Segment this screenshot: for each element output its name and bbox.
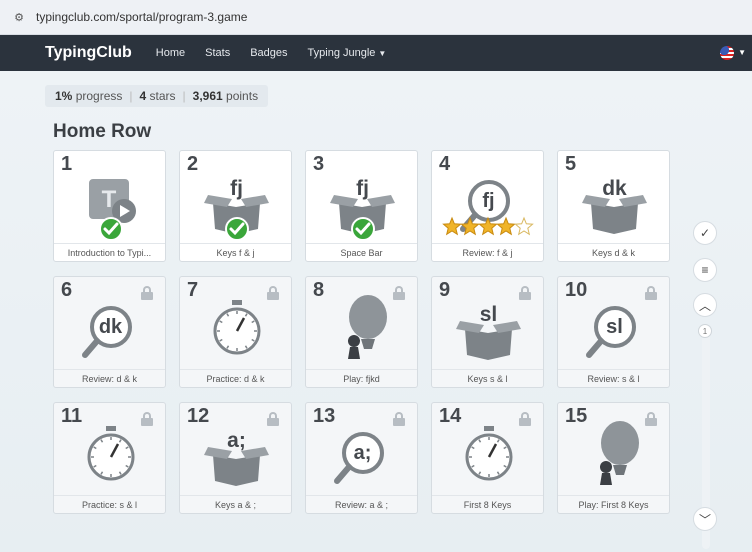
progress-label: progress	[75, 89, 123, 103]
lesson-label: Keys d & k	[558, 243, 669, 261]
balloon-game-icon	[348, 295, 387, 359]
lesson-card-11[interactable]: 11 Practice: s & l	[53, 402, 166, 514]
chevron-down-icon[interactable]: ﹀	[693, 507, 717, 531]
lesson-art: T	[54, 163, 167, 243]
stopwatch-icon	[213, 300, 261, 355]
page-indicator[interactable]: 1	[698, 324, 712, 338]
nav-home[interactable]: Home	[156, 47, 185, 59]
menu-icon[interactable]: ≡	[693, 258, 717, 282]
top-navbar: TypingClub Home Stats Badges Typing Jung…	[0, 35, 752, 71]
lesson-label: Play: First 8 Keys	[558, 495, 669, 513]
lesson-label: Review: f & j	[432, 243, 543, 261]
nav-badges[interactable]: Badges	[250, 47, 287, 59]
progress-summary: 1% progress | 4 stars | 3,961 points	[45, 85, 269, 107]
lesson-card-15[interactable]: 15 Play: First 8 Keys	[557, 402, 670, 514]
lesson-card-4[interactable]: 4 fj Review: f & j	[431, 150, 544, 262]
chevron-up-icon[interactable]: ︿	[693, 293, 717, 317]
box-icon	[204, 447, 269, 486]
lesson-art	[180, 415, 293, 495]
lesson-key-text: a;	[227, 429, 246, 452]
lesson-key-text: sl	[479, 303, 498, 326]
divider: |	[182, 89, 186, 103]
balloon-game-icon	[600, 421, 639, 485]
lesson-key-text: sl	[606, 316, 623, 338]
lesson-art	[432, 289, 545, 369]
stopwatch-icon	[465, 426, 513, 481]
check-icon[interactable]: ✓	[693, 221, 717, 245]
box-icon	[456, 321, 521, 360]
box-icon	[204, 195, 269, 241]
lesson-label: Space Bar	[306, 243, 417, 261]
lesson-art	[558, 163, 671, 243]
box-icon	[330, 195, 395, 241]
lesson-label: Keys f & j	[180, 243, 291, 261]
lesson-key-text: dk	[98, 316, 123, 338]
box-icon	[582, 195, 647, 234]
lesson-card-7[interactable]: 7 Practice: d & k	[179, 276, 292, 388]
points-label: points	[226, 89, 259, 103]
stopwatch-icon	[87, 426, 135, 481]
lesson-label: Practice: s & l	[54, 495, 165, 513]
lesson-label: Review: a & ;	[306, 495, 417, 513]
lesson-card-13[interactable]: 13 a; Review: a & ;	[305, 402, 418, 514]
lesson-key-text: dk	[602, 177, 627, 200]
lesson-card-12[interactable]: 12 a; Keys a & ;	[179, 402, 292, 514]
lesson-art	[306, 163, 419, 243]
progress-percent: 1%	[55, 89, 73, 103]
nav-stats[interactable]: Stats	[205, 47, 230, 59]
lesson-card-3[interactable]: 3 fj Space Bar	[305, 150, 418, 262]
lesson-key-text: fj	[230, 177, 243, 200]
lesson-label: Review: d & k	[54, 369, 165, 387]
lesson-art	[180, 289, 293, 369]
lesson-key-text: fj	[356, 177, 369, 200]
lesson-card-1[interactable]: 1 T Introduction to Typi...	[53, 150, 166, 262]
us-flag-icon[interactable]	[720, 46, 734, 60]
lesson-art	[558, 415, 671, 495]
stars-count: 4	[139, 89, 147, 103]
lesson-card-8[interactable]: 8 Play: fjkd	[305, 276, 418, 388]
points-count: 3,961	[192, 89, 223, 103]
stars-label: stars	[149, 89, 176, 103]
url-text[interactable]: typingclub.com/sportal/program-3.game	[36, 10, 247, 24]
lesson-label: First 8 Keys	[432, 495, 543, 513]
lesson-key-text: a;	[353, 442, 372, 464]
lesson-card-6[interactable]: 6 dk Review: d & k	[53, 276, 166, 388]
lesson-card-9[interactable]: 9 sl Keys s & l	[431, 276, 544, 388]
lesson-card-10[interactable]: 10 sl Review: s & l	[557, 276, 670, 388]
lesson-card-2[interactable]: 2 fj Keys f & j	[179, 150, 292, 262]
chevron-down-icon: ▼	[378, 49, 387, 58]
lesson-key-text: fj	[482, 190, 495, 212]
chevron-down-icon[interactable]: ▼	[738, 48, 746, 57]
lesson-label: Practice: d & k	[180, 369, 291, 387]
lesson-card-5[interactable]: 5 dk Keys d & k	[557, 150, 670, 262]
nav-typing-jungle[interactable]: Typing Jungle ▼	[308, 47, 387, 59]
lesson-art	[306, 289, 419, 369]
brand-logo[interactable]: TypingClub	[45, 44, 132, 62]
lesson-label: Review: s & l	[558, 369, 669, 387]
browser-address-bar[interactable]: ⚙ typingclub.com/sportal/program-3.game	[0, 0, 752, 35]
divider: |	[129, 89, 133, 103]
site-info-icon[interactable]: ⚙	[12, 10, 26, 24]
lesson-art	[54, 415, 167, 495]
section-title: Home Row	[53, 121, 152, 142]
lesson-card-14[interactable]: 14 First 8 Keys	[431, 402, 544, 514]
lesson-label: Keys a & ;	[180, 495, 291, 513]
lesson-art	[180, 163, 293, 243]
lesson-label: Keys s & l	[432, 369, 543, 387]
lesson-label: Play: fjkd	[306, 369, 417, 387]
lesson-art	[432, 415, 545, 495]
program-content: 1% progress | 4 stars | 3,961 points Hom…	[0, 71, 752, 552]
intro-video-icon: T	[89, 179, 136, 241]
lesson-label: Introduction to Typi...	[54, 243, 165, 261]
nav-typing-jungle-label: Typing Jungle	[307, 47, 376, 59]
